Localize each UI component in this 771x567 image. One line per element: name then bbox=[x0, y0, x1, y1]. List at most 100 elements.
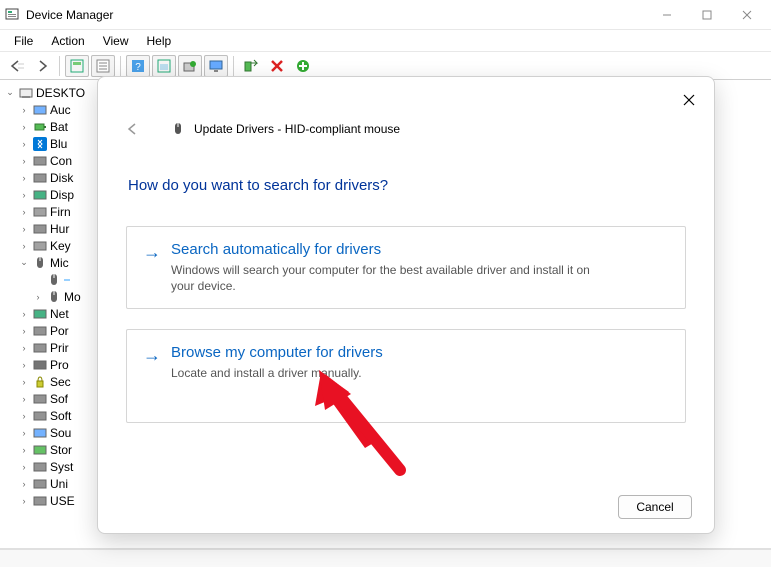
expand-toggle-icon[interactable]: › bbox=[18, 156, 30, 166]
tree-item-label: Sou bbox=[50, 426, 71, 440]
toolbar-monitor-button[interactable] bbox=[204, 55, 228, 77]
option-browse-computer[interactable]: → Browse my computer for drivers Locate … bbox=[126, 329, 686, 422]
option-title: Browse my computer for drivers bbox=[171, 344, 383, 361]
tree-item-label: Con bbox=[50, 154, 72, 168]
menu-action[interactable]: Action bbox=[43, 32, 92, 50]
expand-toggle-icon[interactable]: › bbox=[18, 360, 30, 370]
expand-toggle-icon[interactable]: › bbox=[18, 496, 30, 506]
toolbar-enable-button[interactable] bbox=[239, 55, 263, 77]
mouse-icon bbox=[170, 121, 186, 137]
dialog-heading: How do you want to search for drivers? bbox=[128, 177, 686, 194]
device-icon bbox=[32, 425, 48, 441]
expand-toggle-icon[interactable]: › bbox=[18, 224, 30, 234]
expand-toggle-icon[interactable]: › bbox=[18, 445, 30, 455]
toolbar-forward-button[interactable] bbox=[30, 55, 54, 77]
expand-toggle-icon[interactable]: › bbox=[18, 377, 30, 387]
option-description: Locate and install a driver manually. bbox=[171, 365, 383, 381]
tree-item-label: Hur bbox=[50, 222, 69, 236]
toolbar-separator bbox=[120, 56, 121, 76]
toolbar-separator bbox=[59, 56, 60, 76]
expand-toggle-icon[interactable]: › bbox=[18, 309, 30, 319]
app-icon bbox=[4, 7, 20, 23]
tree-item-label: Soft bbox=[50, 409, 71, 423]
expand-toggle-icon[interactable]: › bbox=[18, 462, 30, 472]
expand-toggle-icon[interactable]: › bbox=[18, 428, 30, 438]
tree-item-label: Sec bbox=[50, 375, 71, 389]
expand-toggle-icon[interactable]: › bbox=[18, 411, 30, 421]
expand-toggle-icon[interactable]: › bbox=[18, 479, 30, 489]
expand-toggle-icon[interactable]: › bbox=[18, 343, 30, 353]
tree-item-label: Key bbox=[50, 239, 71, 253]
device-icon bbox=[32, 255, 48, 271]
tree-item-label: Disp bbox=[50, 188, 74, 202]
update-drivers-dialog: Update Drivers - HID-compliant mouse How… bbox=[97, 76, 715, 534]
menu-view[interactable]: View bbox=[95, 32, 137, 50]
tree-item-label: Disk bbox=[50, 171, 73, 185]
expand-toggle-icon[interactable]: › bbox=[18, 207, 30, 217]
expand-toggle-icon[interactable]: › bbox=[18, 326, 30, 336]
tree-item-label: Mo bbox=[64, 290, 81, 304]
toolbar-uninstall-button[interactable] bbox=[265, 55, 289, 77]
tree-item-label: Firn bbox=[50, 205, 71, 219]
toolbar-scan-button[interactable] bbox=[152, 55, 176, 77]
expand-toggle-icon[interactable]: ⌄ bbox=[4, 87, 16, 98]
expand-toggle-icon[interactable]: › bbox=[18, 394, 30, 404]
tree-item-label: Pro bbox=[50, 358, 69, 372]
tree-item-label: USE bbox=[50, 494, 75, 508]
minimize-button[interactable] bbox=[647, 1, 687, 29]
close-button[interactable] bbox=[727, 1, 767, 29]
device-icon bbox=[18, 85, 34, 101]
menu-file[interactable]: File bbox=[6, 32, 41, 50]
toolbar-help-button[interactable]: ? bbox=[126, 55, 150, 77]
device-icon bbox=[32, 459, 48, 475]
expand-toggle-icon[interactable]: › bbox=[18, 173, 30, 183]
toolbar-properties-button[interactable] bbox=[91, 55, 115, 77]
device-icon bbox=[32, 136, 48, 152]
maximize-button[interactable] bbox=[687, 1, 727, 29]
device-icon bbox=[46, 272, 62, 288]
expand-toggle-icon[interactable]: › bbox=[18, 241, 30, 251]
device-icon bbox=[32, 442, 48, 458]
status-bar bbox=[0, 549, 771, 567]
toolbar-add-button[interactable] bbox=[291, 55, 315, 77]
expand-toggle-icon[interactable]: › bbox=[18, 105, 30, 115]
dialog-header: Update Drivers - HID-compliant mouse bbox=[126, 121, 686, 137]
menu-bar: File Action View Help bbox=[0, 30, 771, 52]
expand-toggle-icon[interactable]: ⌄ bbox=[18, 257, 30, 268]
device-icon bbox=[32, 323, 48, 339]
device-icon bbox=[32, 408, 48, 424]
expand-toggle-icon[interactable]: › bbox=[32, 292, 44, 302]
device-icon bbox=[32, 391, 48, 407]
dialog-close-button[interactable] bbox=[676, 87, 702, 113]
device-icon bbox=[46, 289, 62, 305]
expand-toggle-icon[interactable]: › bbox=[18, 139, 30, 149]
tree-item-label: Uni bbox=[50, 477, 68, 491]
toolbar-separator bbox=[233, 56, 234, 76]
device-icon bbox=[32, 493, 48, 509]
window-controls bbox=[647, 1, 767, 29]
option-description: Windows will search your computer for th… bbox=[171, 262, 601, 294]
dialog-back-button[interactable] bbox=[126, 122, 140, 136]
device-icon bbox=[32, 340, 48, 356]
tree-item-label: Por bbox=[50, 324, 69, 338]
toolbar-update-button[interactable] bbox=[178, 55, 202, 77]
device-icon bbox=[32, 153, 48, 169]
device-icon bbox=[32, 187, 48, 203]
tree-item-label: Stor bbox=[50, 443, 72, 457]
cancel-button[interactable]: Cancel bbox=[618, 495, 692, 519]
device-icon bbox=[32, 306, 48, 322]
option-search-automatically[interactable]: → Search automatically for drivers Windo… bbox=[126, 226, 686, 309]
toolbar-show-hidden-button[interactable] bbox=[65, 55, 89, 77]
device-icon bbox=[32, 170, 48, 186]
device-icon bbox=[32, 357, 48, 373]
tree-item-label: DESKTO bbox=[36, 86, 85, 100]
device-icon bbox=[32, 238, 48, 254]
menu-help[interactable]: Help bbox=[139, 32, 180, 50]
arrow-right-icon: → bbox=[143, 346, 161, 381]
device-icon bbox=[32, 476, 48, 492]
expand-toggle-icon[interactable]: › bbox=[18, 122, 30, 132]
tree-item-label: Syst bbox=[50, 460, 73, 474]
toolbar-back-button[interactable] bbox=[4, 55, 28, 77]
expand-toggle-icon[interactable]: › bbox=[18, 190, 30, 200]
dialog-title: Update Drivers - HID-compliant mouse bbox=[194, 122, 400, 136]
